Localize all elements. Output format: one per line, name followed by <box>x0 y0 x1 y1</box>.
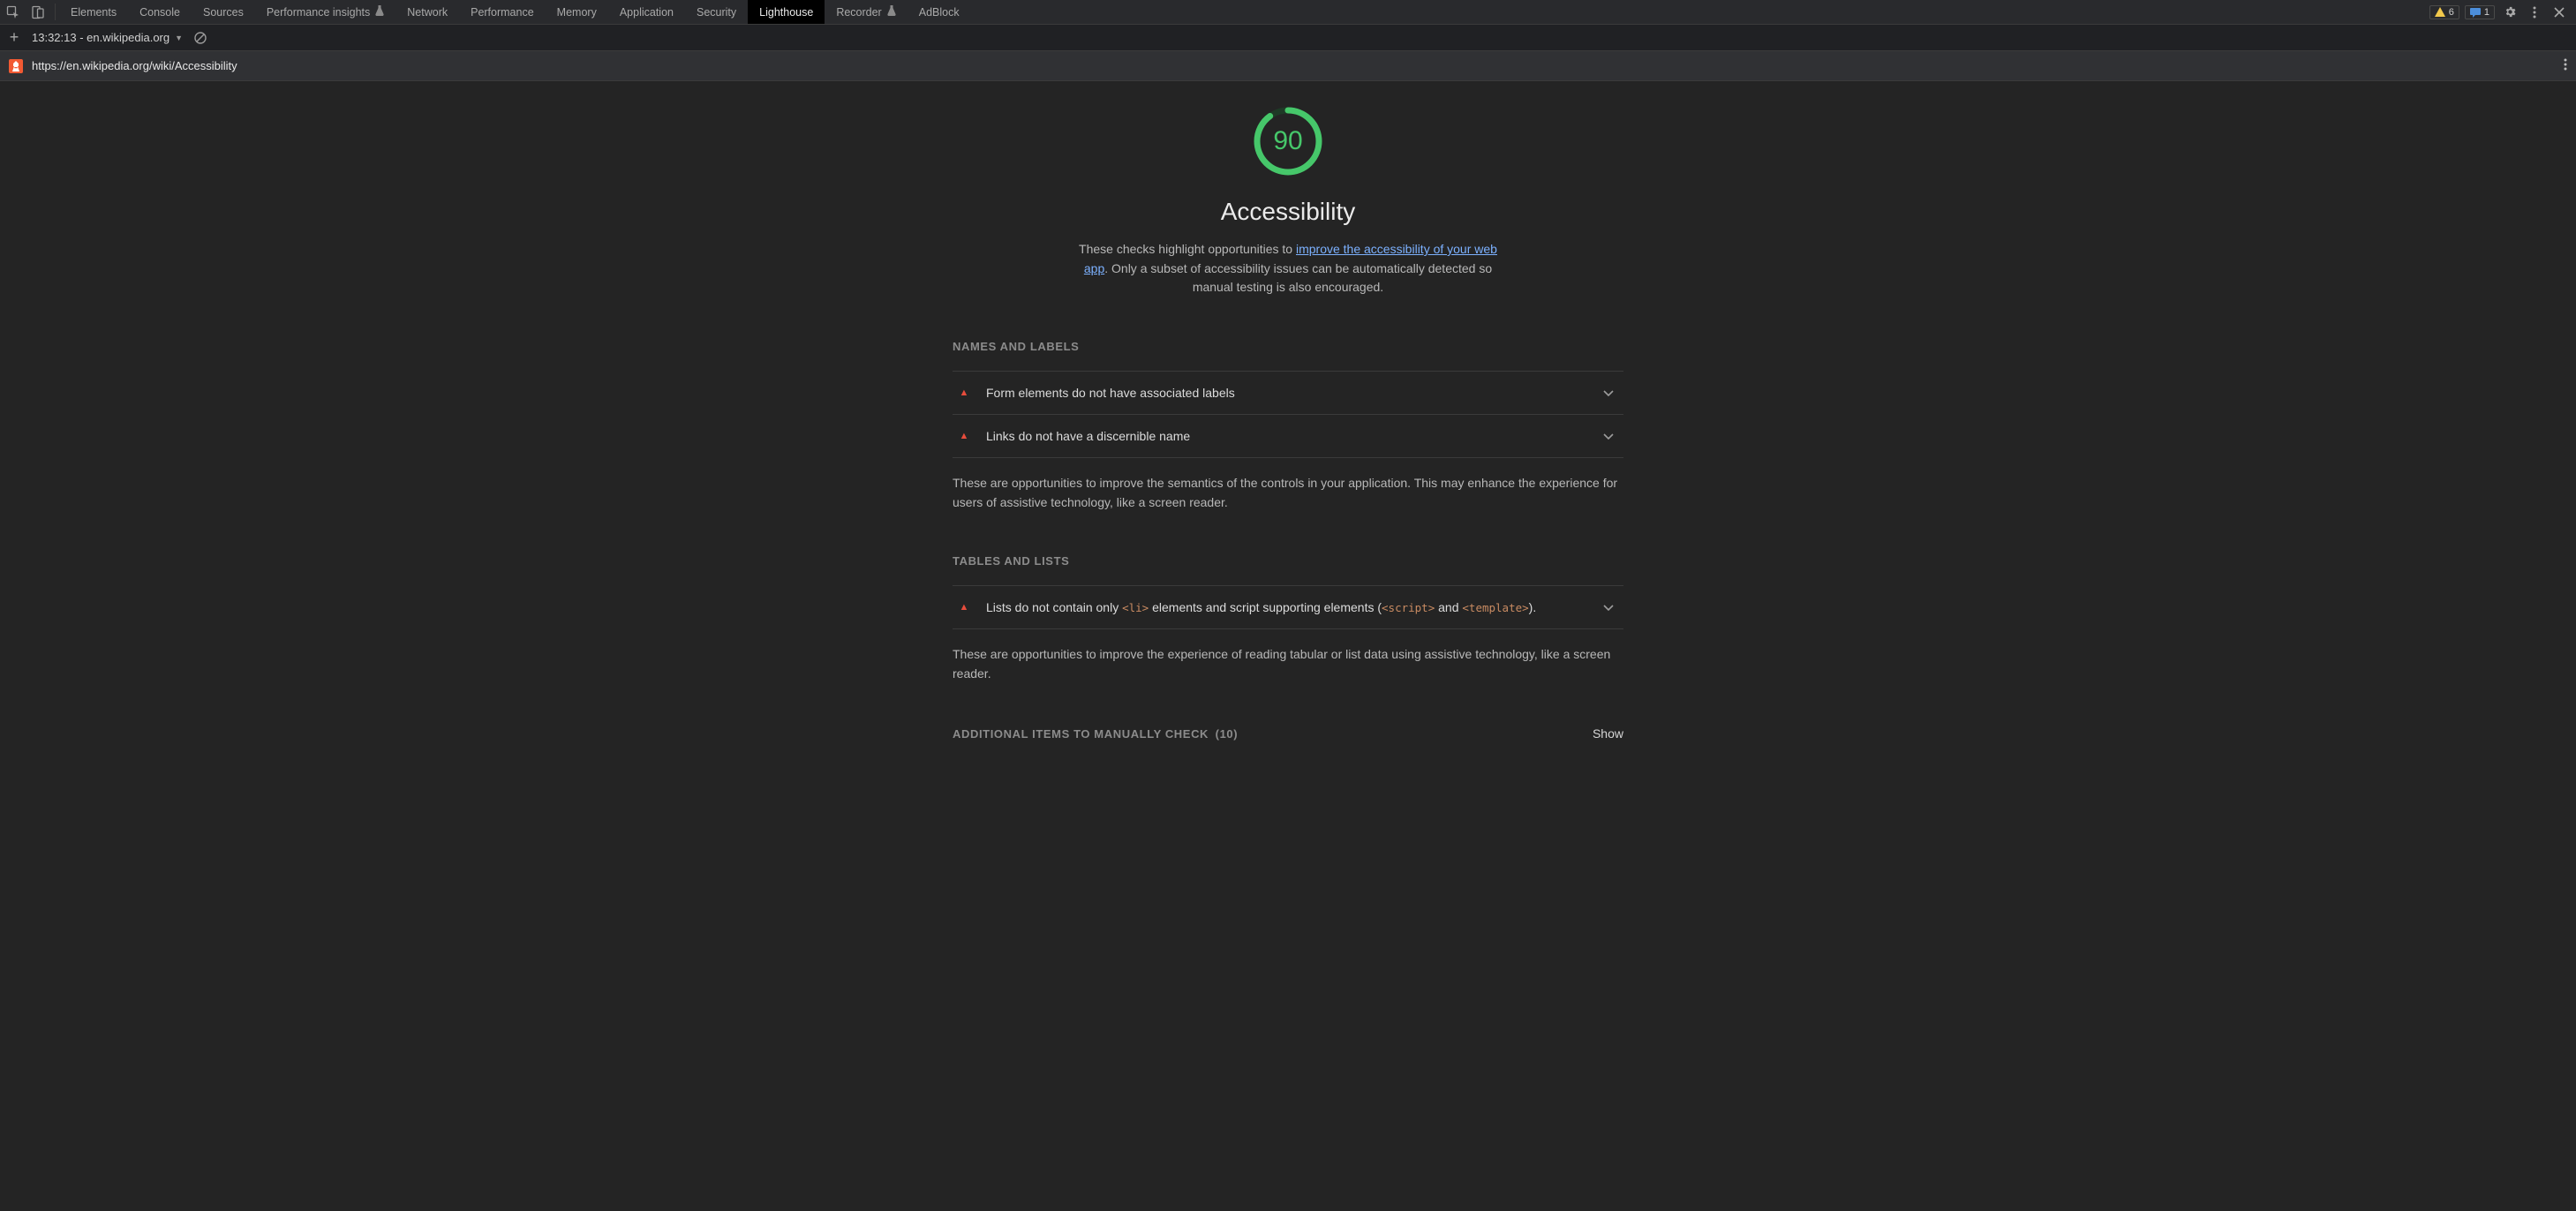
desc-pre: These checks highlight opportunities to <box>1079 242 1296 256</box>
tab-performance-insights[interactable]: Performance insights <box>255 0 395 24</box>
audit-label: Lists do not contain only <li> elements … <box>986 600 1586 614</box>
lighthouse-toolbar: + 13:32:13 - en.wikipedia.org ▼ <box>0 25 2576 51</box>
gauge-section: 90 Accessibility These checks highlight … <box>953 106 1623 297</box>
show-toggle[interactable]: Show <box>1593 726 1623 741</box>
audit-text: ). <box>1529 600 1537 614</box>
kebab-icon[interactable] <box>2525 3 2544 22</box>
manual-section-header: ADDITIONAL ITEMS TO MANUALLY CHECK (10) … <box>953 726 1623 741</box>
tabbar-trailing: 6 1 <box>2422 0 2576 24</box>
manual-title-wrap: ADDITIONAL ITEMS TO MANUALLY CHECK (10) <box>953 727 1238 741</box>
tab-performance[interactable]: Performance <box>459 0 546 24</box>
chevron-down-icon <box>1601 601 1616 614</box>
audit-code: <template> <box>1462 601 1528 614</box>
tab-lighthouse[interactable]: Lighthouse <box>748 0 825 24</box>
report-select-label: 13:32:13 - en.wikipedia.org <box>32 31 169 44</box>
chevron-down-icon <box>1601 387 1616 400</box>
tab-application[interactable]: Application <box>608 0 685 24</box>
warning-triangle-icon: ▲ <box>956 431 972 441</box>
audit-code: <script> <box>1382 601 1435 614</box>
settings-icon[interactable] <box>2500 3 2520 22</box>
tab-recorder-label: Recorder <box>836 6 881 19</box>
tab-network[interactable]: Network <box>395 0 459 24</box>
warning-triangle-icon: ▲ <box>956 602 972 613</box>
tabbar-lead-icons <box>0 0 51 24</box>
score-gauge[interactable]: 90 <box>1253 106 1323 177</box>
section-title-names-labels: NAMES AND LABELS <box>953 340 1623 353</box>
audit-form-labels[interactable]: ▲ Form elements do not have associated l… <box>953 371 1623 414</box>
report-scroll[interactable]: 90 Accessibility These checks highlight … <box>0 81 2576 1211</box>
tab-console[interactable]: Console <box>128 0 192 24</box>
device-toggle-icon[interactable] <box>30 4 46 20</box>
report-select[interactable]: 13:32:13 - en.wikipedia.org ▼ <box>32 31 183 44</box>
tabbar-divider <box>55 4 56 20</box>
audit-text: elements and script supporting elements … <box>1149 600 1382 614</box>
inspect-icon[interactable] <box>5 4 21 20</box>
category-title: Accessibility <box>1221 198 1355 226</box>
tab-memory[interactable]: Memory <box>546 0 608 24</box>
score-value: 90 <box>1253 106 1323 177</box>
report-url: https://en.wikipedia.org/wiki/Accessibil… <box>32 59 2555 72</box>
section-title-tables-lists: TABLES AND LISTS <box>953 554 1623 568</box>
close-icon[interactable] <box>2550 3 2569 22</box>
chevron-down-icon <box>1601 430 1616 443</box>
lighthouse-favicon <box>9 59 23 73</box>
report-menu-icon[interactable] <box>2564 58 2567 73</box>
tabs-container: Elements Console Sources Performance ins… <box>59 0 971 24</box>
tab-recorder[interactable]: Recorder <box>825 0 907 24</box>
report-url-bar: https://en.wikipedia.org/wiki/Accessibil… <box>0 51 2576 81</box>
report-body: 90 Accessibility These checks highlight … <box>953 106 1623 741</box>
new-report-icon[interactable]: + <box>7 28 21 47</box>
messages-count: 1 <box>2484 7 2489 18</box>
chevron-down-icon: ▼ <box>175 34 183 42</box>
flask-icon <box>375 5 384 19</box>
audit-label: Form elements do not have associated lab… <box>986 386 1586 400</box>
section-title-manual: ADDITIONAL ITEMS TO MANUALLY CHECK <box>953 727 1209 741</box>
group-note-tables-lists: These are opportunities to improve the e… <box>953 645 1623 683</box>
tab-performance-insights-label: Performance insights <box>267 6 370 19</box>
audit-list-structure[interactable]: ▲ Lists do not contain only <li> element… <box>953 585 1623 629</box>
flask-icon <box>887 5 896 19</box>
clear-icon[interactable] <box>193 31 207 45</box>
devtools-tabbar: Elements Console Sources Performance ins… <box>0 0 2576 25</box>
audit-label: Links do not have a discernible name <box>986 429 1586 443</box>
audit-list-names-labels: ▲ Form elements do not have associated l… <box>953 371 1623 458</box>
warning-triangle-icon: ▲ <box>956 387 972 398</box>
group-note-names-labels: These are opportunities to improve the s… <box>953 474 1623 512</box>
category-description: These checks highlight opportunities to … <box>1076 240 1500 297</box>
tab-adblock[interactable]: AdBlock <box>908 0 971 24</box>
desc-post: . Only a subset of accessibility issues … <box>1104 261 1492 295</box>
messages-badge[interactable]: 1 <box>2465 5 2495 19</box>
tab-sources[interactable]: Sources <box>192 0 255 24</box>
audit-link-name[interactable]: ▲ Links do not have a discernible name <box>953 414 1623 458</box>
audit-text: and <box>1435 600 1462 614</box>
tab-security[interactable]: Security <box>685 0 748 24</box>
audit-text: Lists do not contain only <box>986 600 1122 614</box>
audit-list-tables-lists: ▲ Lists do not contain only <li> element… <box>953 585 1623 629</box>
tab-elements[interactable]: Elements <box>59 0 128 24</box>
manual-count: (10) <box>1216 727 1239 741</box>
audit-code: <li> <box>1122 601 1149 614</box>
warnings-badge[interactable]: 6 <box>2429 5 2459 19</box>
warnings-count: 6 <box>2449 7 2454 18</box>
